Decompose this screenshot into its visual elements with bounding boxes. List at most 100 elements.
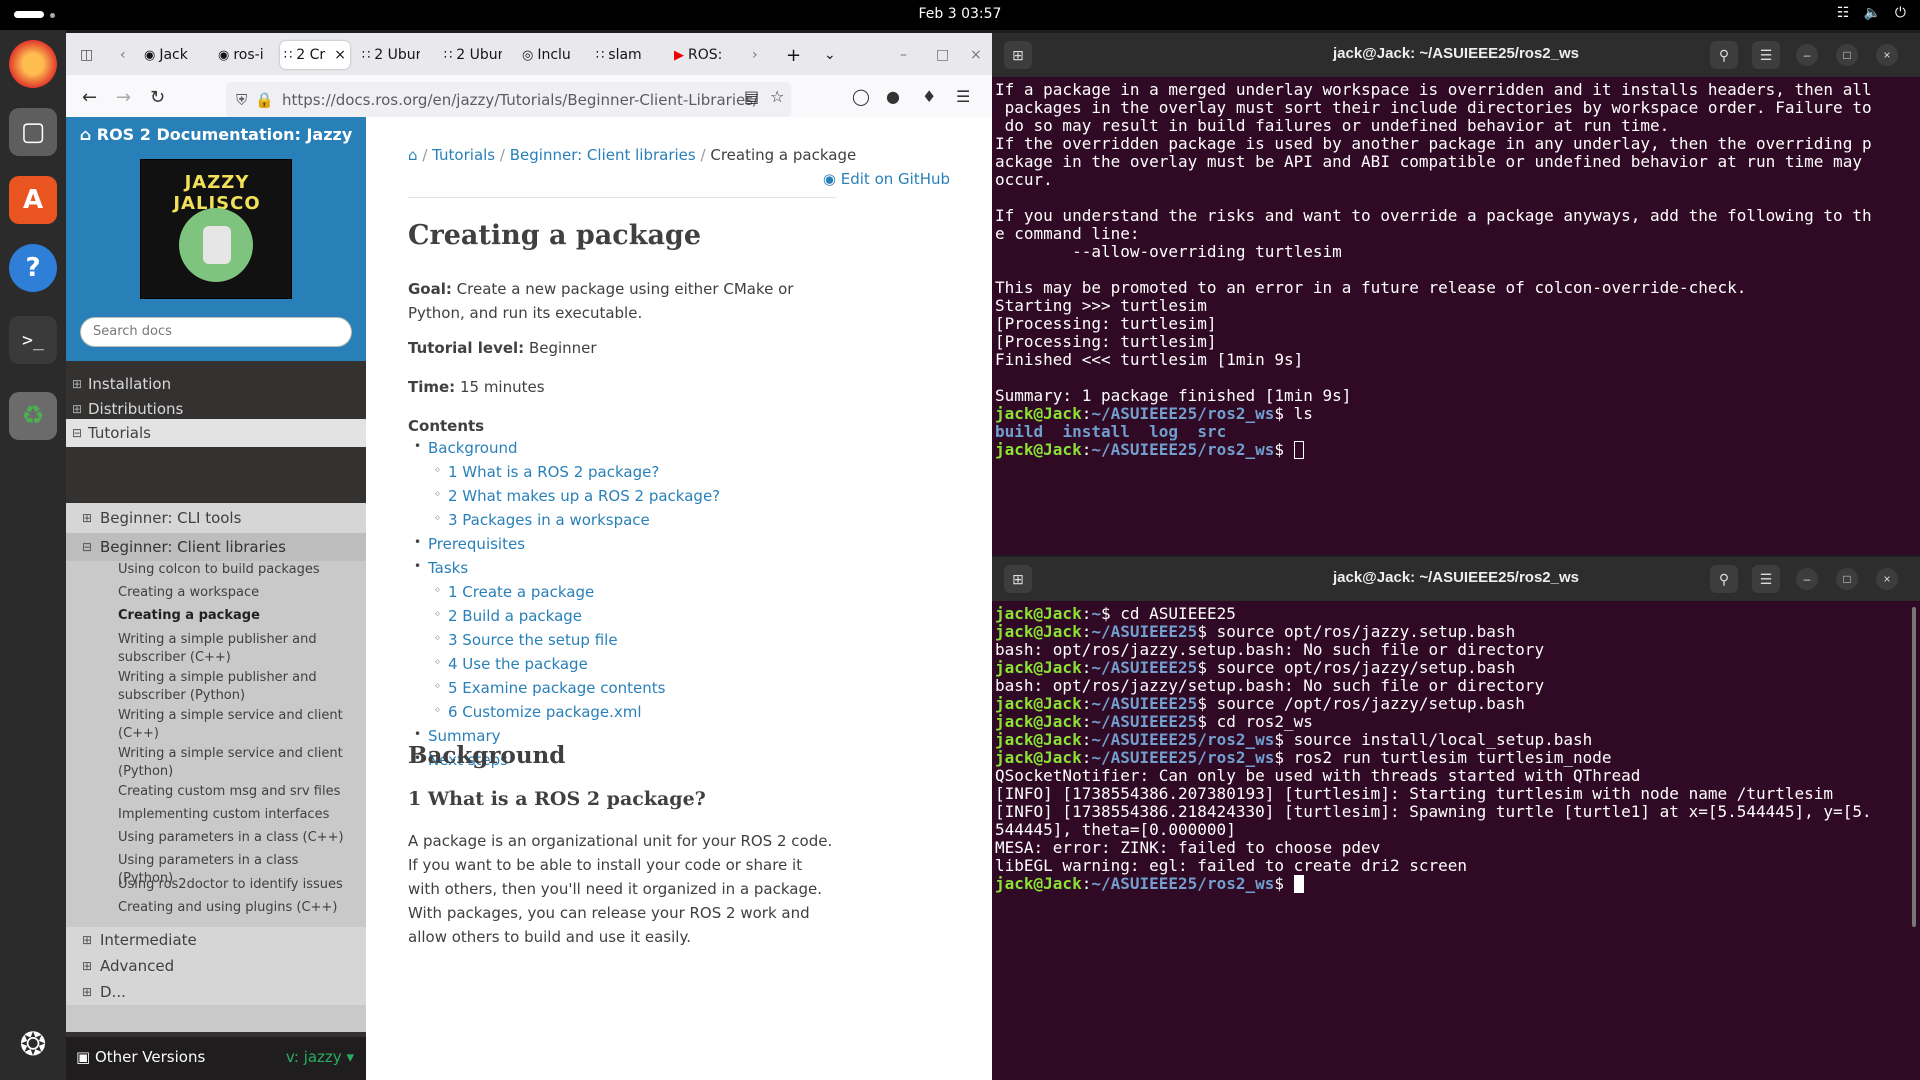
toc-item[interactable]: ◦ 6 Customize package.xml — [434, 703, 642, 721]
collapse-icon[interactable]: ⊟ — [82, 533, 92, 561]
scroll-right-icon[interactable]: › — [748, 41, 762, 69]
toc-item[interactable]: ◦ 2 Build a package — [434, 607, 582, 625]
toc-link[interactable]: 3 Packages in a workspace — [448, 511, 650, 529]
tab-overview-icon[interactable]: ◫ — [76, 41, 97, 69]
sidebar-item-creating-package[interactable]: Creating a package — [118, 607, 344, 625]
files-icon[interactable]: ▢ — [9, 108, 57, 156]
search-icon[interactable]: ⚲ — [1710, 41, 1738, 69]
toc-item[interactable]: • Background — [414, 439, 518, 457]
close-icon[interactable]: × — [1876, 44, 1898, 66]
toc-item[interactable]: ◦ 5 Examine package contents — [434, 679, 665, 697]
volume-icon[interactable]: 🔈 — [1863, 5, 1880, 21]
toc-link[interactable]: 2 Build a package — [448, 607, 582, 625]
toc-link[interactable]: 1 Create a package — [448, 583, 594, 601]
sidebar-item-demos[interactable]: ⊞ D... — [66, 979, 366, 1005]
toc-item[interactable]: ◦ 4 Use the package — [434, 655, 588, 673]
minimize-icon[interactable]: – — [1796, 44, 1818, 66]
system-tray[interactable]: ☷ 🔈 ⏻ — [1837, 5, 1906, 21]
toc-link[interactable]: Background — [428, 439, 518, 457]
toc-item[interactable]: ◦ 1 What is a ROS 2 package? — [434, 463, 659, 481]
toc-item[interactable]: ◦ 2 What makes up a ROS 2 package? — [434, 487, 720, 505]
sidebar-item-pubsub-cpp[interactable]: Writing a simple publisher and subscribe… — [118, 631, 344, 667]
expand-icon[interactable]: ⊞ — [82, 979, 92, 1005]
toc-link[interactable]: 3 Source the setup file — [448, 631, 618, 649]
app-center-icon[interactable]: A — [9, 176, 57, 224]
toc-link[interactable]: Prerequisites — [428, 535, 525, 553]
account-icon[interactable]: ● — [886, 87, 900, 106]
toc-link[interactable]: 6 Customize package.xml — [448, 703, 642, 721]
breadcrumb-link-tutorials[interactable]: Tutorials — [432, 146, 495, 164]
scroll-left-icon[interactable]: ‹ — [116, 41, 130, 69]
tab-item[interactable]: ∷ 2 Ubur — [358, 41, 420, 69]
sidebar-item-srvcli-cpp[interactable]: Writing a simple service and client (C++… — [118, 707, 344, 743]
toc-item[interactable]: • Prerequisites — [414, 535, 525, 553]
toc-link[interactable]: 1 What is a ROS 2 package? — [448, 463, 659, 481]
url-bar[interactable]: ⛨ 🔒 https://docs.ros.org/en/jazzy/Tutori… — [226, 82, 791, 118]
toc-link[interactable]: 2 What makes up a ROS 2 package? — [448, 487, 720, 505]
breadcrumb-link-client-libraries[interactable]: Beginner: Client libraries — [510, 146, 696, 164]
bookmark-star-icon[interactable]: ☆ — [770, 87, 784, 106]
close-icon[interactable]: × — [1876, 568, 1898, 590]
expand-icon[interactable]: ⊞ — [82, 927, 92, 953]
expand-icon[interactable]: ⊞ — [82, 953, 92, 979]
search-icon[interactable]: ⚲ — [1710, 565, 1738, 593]
terminal-icon[interactable]: >_ — [9, 316, 57, 364]
back-icon[interactable]: ← — [82, 87, 97, 108]
show-apps-icon[interactable]: ❂ — [9, 1020, 57, 1068]
power-icon[interactable]: ⏻ — [1895, 5, 1906, 21]
maximize-icon[interactable]: □ — [1836, 44, 1858, 66]
home-icon[interactable]: ⌂ — [408, 146, 418, 164]
minimize-icon[interactable]: – — [896, 41, 911, 69]
sidebar-item-intermediate[interactable]: ⊞ Intermediate — [66, 927, 366, 953]
sidebar-item-srvcli-py[interactable]: Writing a simple service and client (Pyt… — [118, 745, 344, 781]
extensions-icon[interactable]: ♦ — [922, 87, 936, 106]
sidebar-item-plugins[interactable]: Creating and using plugins (C++) — [118, 899, 344, 917]
toc-link[interactable]: Tasks — [428, 559, 468, 577]
tab-item[interactable]: ◉ ros-i — [214, 41, 276, 69]
search-input[interactable]: Search docs — [80, 317, 352, 347]
sidebar-item-pubsub-py[interactable]: Writing a simple publisher and subscribe… — [118, 669, 344, 705]
sidebar-item-workspace[interactable]: Creating a workspace — [118, 584, 344, 602]
shield-icon[interactable]: ⛨ — [236, 91, 247, 109]
toc-item[interactable]: • Tasks — [414, 559, 468, 577]
lock-icon[interactable]: 🔒 — [255, 91, 274, 109]
tab-item[interactable]: ∷ slam — [592, 41, 654, 69]
edit-on-github-link[interactable]: ◉ Edit on GitHub — [823, 170, 950, 188]
maximize-icon[interactable]: □ — [932, 41, 953, 69]
firefox-icon[interactable] — [9, 40, 57, 88]
terminal-titlebar[interactable]: ⊞ jack@Jack: ~/ASUIEEE25/ros2_ws ⚲ ☰ – □… — [992, 33, 1920, 77]
toc-item[interactable]: ◦ 3 Source the setup file — [434, 631, 618, 649]
site-title-text[interactable]: ROS 2 Documentation: Jazzy — [97, 125, 353, 144]
trash-icon[interactable]: ♻ — [9, 392, 57, 440]
terminal-window-bottom[interactable]: ⊞ jack@Jack: ~/ASUIEEE25/ros2_ws ⚲ ☰ – □… — [992, 557, 1920, 1080]
reader-view-icon[interactable]: ▤ — [744, 87, 759, 106]
sidebar-item-ros2doctor[interactable]: Using ros2doctor to identify issues — [118, 876, 344, 894]
close-tab-icon[interactable]: × — [334, 47, 346, 63]
tab-item-active[interactable]: ∷ 2 Cr × — [280, 41, 350, 69]
sidebar-item-interfaces[interactable]: Implementing custom interfaces — [118, 806, 344, 824]
sidebar-item-msg-srv[interactable]: Creating custom msg and srv files — [118, 783, 344, 801]
sidebar-item-advanced[interactable]: ⊞ Advanced — [66, 953, 366, 979]
tab-item[interactable]: ▶ ROS: — [670, 41, 728, 69]
tab-item[interactable]: ∷ 2 Ubur — [440, 41, 502, 69]
toc-link[interactable]: 4 Use the package — [448, 655, 588, 673]
versions-footer[interactable]: ▣ Other Versions v: jazzy ▾ — [66, 1037, 366, 1080]
menu-icon[interactable]: ☰ — [1752, 565, 1780, 593]
expand-icon[interactable]: ⊞ — [82, 503, 92, 533]
menu-icon[interactable]: ☰ — [956, 87, 970, 106]
forward-icon[interactable]: → — [116, 87, 131, 108]
terminal-titlebar[interactable]: ⊞ jack@Jack: ~/ASUIEEE25/ros2_ws ⚲ ☰ – □… — [992, 557, 1920, 601]
url-text[interactable]: https://docs.ros.org/en/jazzy/Tutorials/… — [282, 91, 758, 109]
close-window-icon[interactable]: × — [966, 41, 986, 69]
toc-link[interactable]: 5 Examine package contents — [448, 679, 665, 697]
network-icon[interactable]: ☷ — [1837, 5, 1850, 21]
tab-item[interactable]: ◎ Inclu — [518, 41, 580, 69]
reload-icon[interactable]: ↻ — [150, 87, 165, 108]
toc-item[interactable]: ◦ 1 Create a package — [434, 583, 594, 601]
version-selector[interactable]: v: jazzy ▾ — [286, 1037, 354, 1077]
terminal-window-top[interactable]: ⊞ jack@Jack: ~/ASUIEEE25/ros2_ws ⚲ ☰ – □… — [992, 33, 1920, 555]
maximize-icon[interactable]: □ — [1836, 568, 1858, 590]
toc-item[interactable]: ◦ 3 Packages in a workspace — [434, 511, 650, 529]
new-tab-icon[interactable]: + — [782, 41, 805, 69]
sidebar-item-colcon[interactable]: Using colcon to build packages — [118, 561, 344, 579]
